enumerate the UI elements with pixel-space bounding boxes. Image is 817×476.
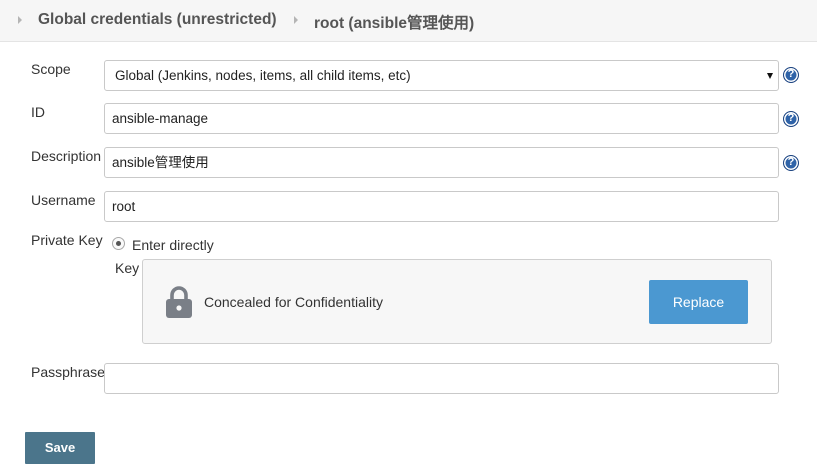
help-icon[interactable]: ? — [783, 67, 799, 83]
private-key-label: Private Key — [31, 232, 103, 248]
help-icon[interactable]: ? — [783, 155, 799, 171]
enter-directly-radio[interactable] — [112, 237, 125, 250]
id-label: ID — [31, 104, 45, 120]
breadcrumb-item-global-credentials[interactable]: Global credentials (unrestricted) — [38, 11, 277, 29]
lock-icon — [166, 286, 192, 318]
chevron-down-icon — [767, 73, 773, 79]
scope-selected-value: Global (Jenkins, nodes, items, all child… — [115, 68, 411, 83]
triangle-right-icon — [294, 16, 298, 24]
key-label: Key — [115, 260, 140, 276]
username-field[interactable]: root — [104, 191, 779, 222]
save-button[interactable]: Save — [25, 432, 95, 464]
scope-label: Scope — [31, 61, 71, 77]
description-field[interactable]: ansible管理使用 — [104, 147, 779, 178]
username-label: Username — [31, 192, 96, 208]
radio-selected-dot — [116, 241, 121, 246]
enter-directly-label[interactable]: Enter directly — [132, 237, 214, 253]
breadcrumb: Global credentials (unrestricted) root (… — [0, 0, 817, 42]
scope-select[interactable]: Global (Jenkins, nodes, items, all child… — [104, 60, 779, 91]
id-field[interactable]: ansible-manage — [104, 103, 779, 134]
help-icon[interactable]: ? — [783, 111, 799, 127]
breadcrumb-item-root[interactable]: root (ansible管理使用) — [314, 11, 474, 33]
key-panel: Concealed for Confidentiality Replace — [142, 259, 772, 344]
description-label: Description — [31, 148, 102, 164]
replace-button[interactable]: Replace — [649, 280, 748, 324]
triangle-right-icon — [18, 16, 22, 24]
concealed-text: Concealed for Confidentiality — [204, 294, 383, 310]
passphrase-field[interactable] — [104, 363, 779, 394]
passphrase-label: Passphrase — [31, 364, 105, 380]
